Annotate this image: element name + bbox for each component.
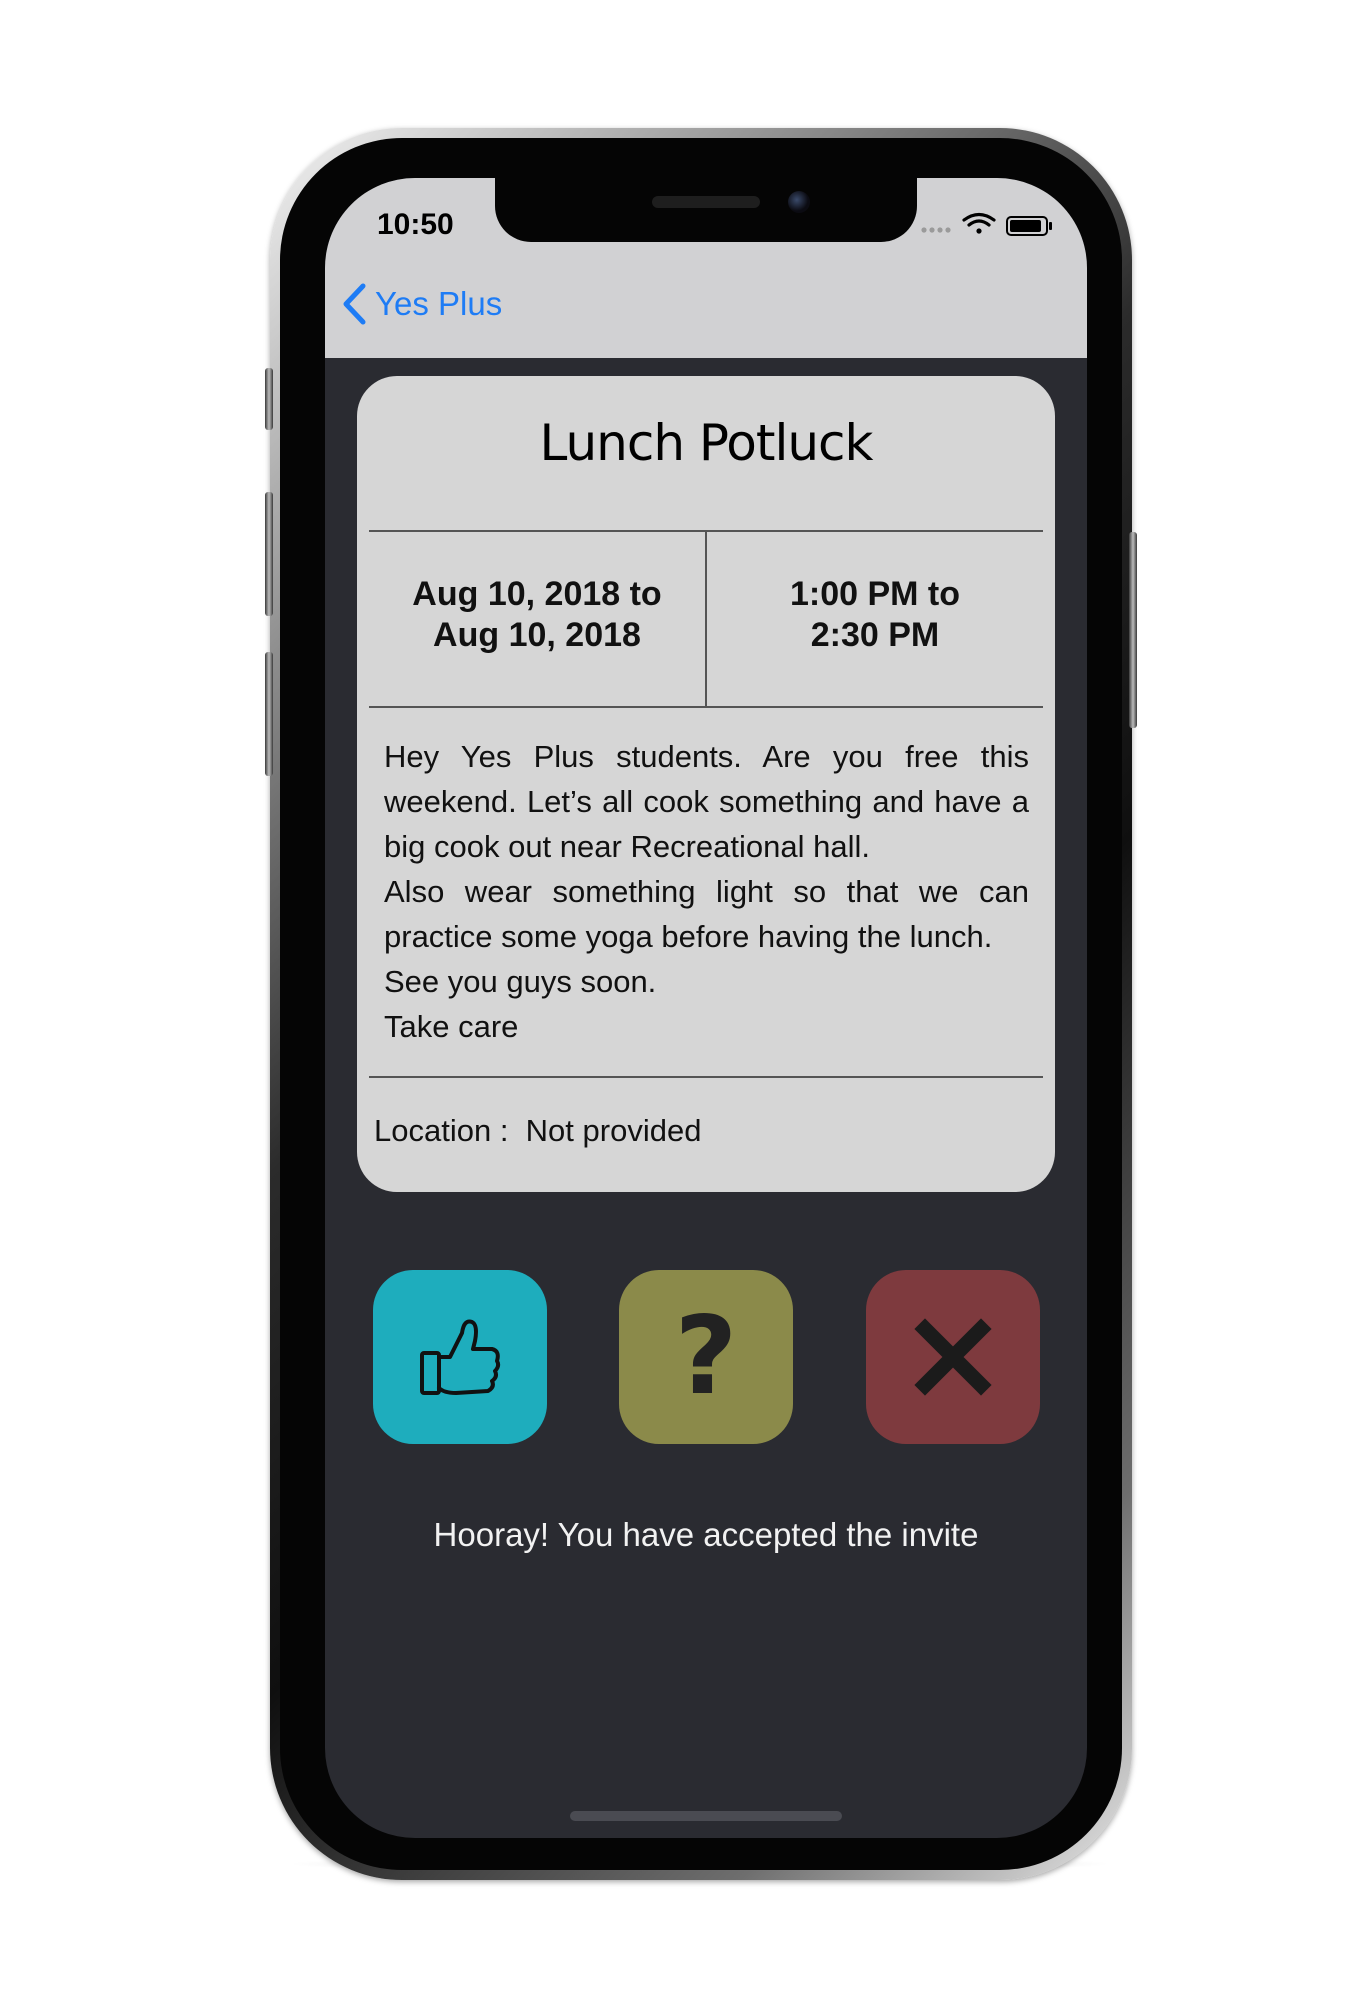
event-date-end: Aug 10, 2018	[433, 616, 641, 654]
event-location: Location : Not provided	[374, 1113, 701, 1149]
event-title: Lunch Potluck	[539, 414, 873, 472]
x-icon	[914, 1318, 992, 1396]
location-value: Not provided	[525, 1113, 702, 1148]
power-button	[1129, 532, 1137, 728]
home-indicator[interactable]	[570, 1811, 842, 1821]
mute-switch	[265, 368, 273, 430]
status-message: Hooray! You have accepted the invite	[433, 1516, 979, 1553]
front-camera	[788, 191, 810, 213]
description-paragraph: Also wear something light so that we can…	[384, 874, 1029, 954]
back-label: Yes Plus	[375, 285, 503, 322]
event-description: Hey Yes Plus students. Are you free this…	[384, 734, 1029, 1049]
status-icons	[919, 212, 1059, 238]
volume-up-button	[265, 492, 273, 616]
phone-screen: 10:50 Yes Plus Lunch Potluck Aug 10, 201…	[325, 178, 1087, 1838]
divider	[369, 1076, 1043, 1078]
event-date-range: Aug 10, 2018 to Aug 10, 2018	[369, 574, 705, 656]
decline-button[interactable]	[866, 1270, 1040, 1444]
signal-dots-icon	[921, 227, 951, 233]
event-time-range: 1:00 PM to 2:30 PM	[707, 574, 1043, 656]
back-button[interactable]: Yes Plus	[339, 282, 502, 326]
event-card: Lunch Potluck Aug 10, 2018 to Aug 10, 20…	[357, 376, 1055, 1192]
battery-icon	[1006, 216, 1052, 236]
maybe-button[interactable]: ?	[619, 1270, 793, 1444]
earpiece-speaker	[652, 196, 760, 208]
accept-button[interactable]	[373, 1270, 547, 1444]
description-paragraph: See you guys soon.	[384, 964, 657, 999]
description-paragraph: Hey Yes Plus students. Are you free this…	[384, 739, 1029, 864]
chevron-left-icon	[343, 283, 366, 325]
event-time-start: 1:00 PM to	[789, 575, 961, 613]
divider	[369, 706, 1043, 708]
notch	[495, 178, 917, 242]
volume-down-button	[265, 652, 273, 776]
question-mark-icon: ?	[674, 1294, 738, 1419]
location-label: Location :	[374, 1113, 509, 1148]
status-time: 10:50	[377, 208, 454, 241]
thumbs-up-icon	[420, 1319, 501, 1395]
event-date-start: Aug 10, 2018 to	[412, 575, 662, 613]
description-paragraph: Take care	[384, 1009, 519, 1044]
event-time-end: 2:30 PM	[810, 616, 940, 654]
wifi-icon	[962, 212, 996, 234]
navigation-bar: 10:50 Yes Plus	[325, 178, 1087, 358]
